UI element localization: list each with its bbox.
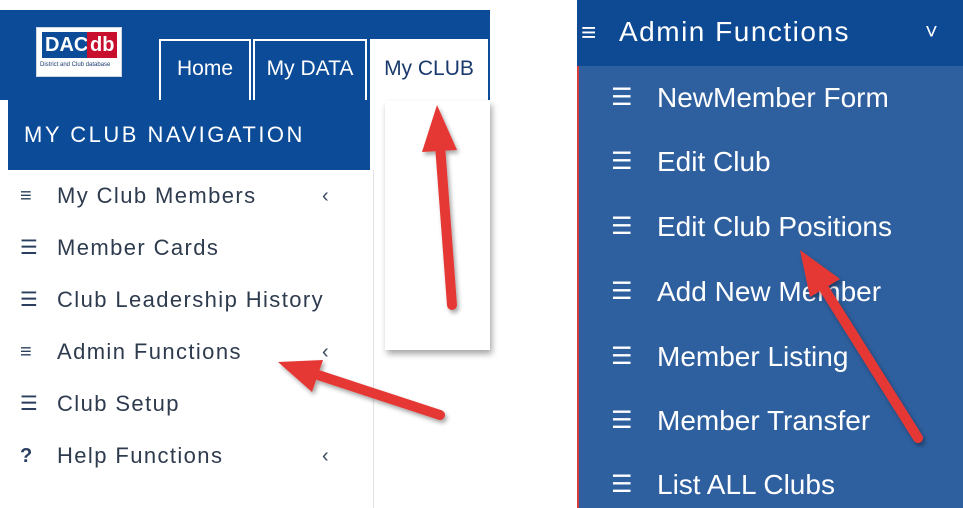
admin-item-edit-club-positions[interactable]: ☰ Edit Club Positions bbox=[577, 195, 963, 259]
list-icon: ☰ bbox=[611, 407, 633, 434]
nav-item-my-club-members[interactable]: ≡ My Club Members ‹ bbox=[8, 170, 373, 222]
admin-item-edit-club[interactable]: ☰ Edit Club bbox=[577, 130, 963, 194]
admin-functions-panel: ≡ Admin Functions ˅ ☰ NewMember Form ☰ E… bbox=[577, 0, 963, 508]
nav-item-member-cards[interactable]: ☰ Member Cards bbox=[8, 222, 373, 274]
nav-item-label: My Club Members bbox=[57, 183, 257, 208]
list-icon: ☰ bbox=[20, 393, 40, 415]
tab-my-data[interactable]: My DATA bbox=[253, 39, 367, 100]
tab-home[interactable]: Home bbox=[159, 39, 251, 100]
nav-item-label: Member Cards bbox=[57, 235, 220, 260]
nav-item-label: Club Leadership History bbox=[57, 287, 324, 312]
admin-item-label: Member Listing bbox=[657, 341, 849, 372]
nav-item-label: Club Setup bbox=[57, 391, 180, 416]
my-club-dropdown-panel bbox=[385, 101, 490, 350]
admin-item-member-transfer[interactable]: ☰ Member Transfer bbox=[577, 389, 963, 453]
admin-item-label: Edit Club bbox=[657, 146, 771, 177]
admin-item-add-new-member[interactable]: ☰ Add New Member bbox=[577, 260, 963, 324]
admin-item-list-all-clubs[interactable]: ☰ List ALL Clubs bbox=[577, 453, 963, 508]
my-club-navigation-header: MY CLUB NAVIGATION bbox=[8, 100, 370, 170]
admin-item-label: Edit Club Positions bbox=[657, 211, 893, 242]
dacdb-logo[interactable]: DAC db District and Club database bbox=[36, 27, 122, 77]
admin-item-label: Member Transfer bbox=[657, 405, 871, 436]
admin-item-member-listing[interactable]: ☰ Member Listing bbox=[577, 325, 963, 389]
bars-icon: ≡ bbox=[20, 341, 34, 363]
bars-icon: ≡ bbox=[20, 185, 34, 207]
chevron-left-icon: ‹ bbox=[322, 445, 331, 467]
logo-subtitle: District and Club database bbox=[40, 62, 111, 68]
chevron-down-icon: ˅ bbox=[925, 19, 940, 44]
list-icon: ☰ bbox=[20, 237, 40, 259]
chevron-left-icon: ‹ bbox=[322, 185, 331, 207]
tab-my-club[interactable]: My CLUB bbox=[370, 39, 488, 101]
list-icon: ☰ bbox=[611, 343, 633, 370]
panel-edge-line bbox=[577, 66, 579, 508]
nav-item-admin-functions[interactable]: ≡ Admin Functions ‹ bbox=[8, 326, 373, 378]
chevron-left-icon: ‹ bbox=[322, 341, 331, 363]
bars-icon: ≡ bbox=[581, 17, 598, 47]
left-panel: DAC db District and Club database Home M… bbox=[0, 0, 495, 508]
list-icon: ☰ bbox=[611, 84, 633, 111]
list-icon: ☰ bbox=[611, 148, 633, 175]
admin-item-label: NewMember Form bbox=[657, 82, 889, 113]
list-icon: ☰ bbox=[611, 213, 633, 240]
question-icon: ? bbox=[20, 445, 34, 467]
nav-item-club-setup[interactable]: ☰ Club Setup bbox=[8, 378, 373, 430]
my-club-nav-list: ≡ My Club Members ‹ ☰ Member Cards ☰ Clu… bbox=[8, 170, 373, 482]
admin-item-newmember-form[interactable]: ☰ NewMember Form bbox=[577, 66, 963, 130]
nav-item-label: Help Functions bbox=[57, 443, 224, 468]
list-icon: ☰ bbox=[611, 278, 633, 305]
logo-db-text: db bbox=[87, 32, 118, 58]
admin-item-label: Add New Member bbox=[657, 276, 882, 307]
admin-functions-title: Admin Functions bbox=[619, 16, 851, 47]
nav-item-label: Admin Functions bbox=[57, 339, 242, 364]
nav-item-help-functions[interactable]: ? Help Functions ‹ bbox=[8, 430, 373, 482]
admin-functions-header[interactable]: ≡ Admin Functions ˅ bbox=[577, 0, 963, 66]
admin-item-label: List ALL Clubs bbox=[657, 469, 835, 500]
logo-dac-text: DAC bbox=[42, 32, 92, 58]
list-icon: ☰ bbox=[611, 471, 633, 498]
content-divider bbox=[373, 170, 374, 508]
list-icon: ☰ bbox=[20, 289, 40, 311]
nav-item-club-leadership-history[interactable]: ☰ Club Leadership History bbox=[8, 274, 373, 326]
